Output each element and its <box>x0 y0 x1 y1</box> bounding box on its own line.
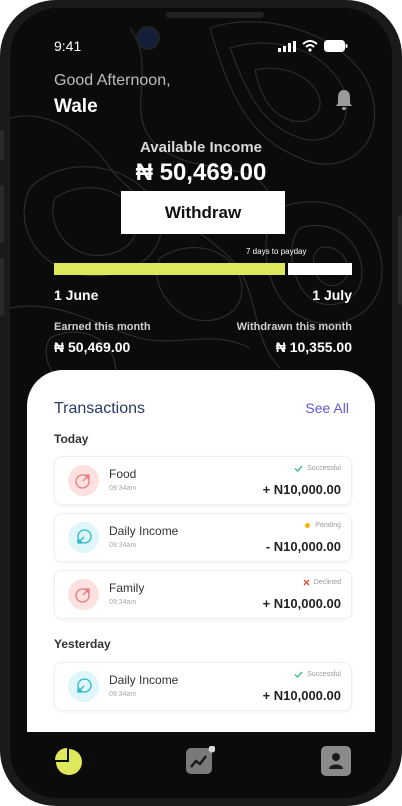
transactions-panel: Transactions See All Today Food 09:34am … <box>27 370 375 732</box>
transaction-card[interactable]: Food 09:34am Successful + N10,000.00 <box>54 456 352 505</box>
transaction-time: 09:34am <box>109 542 137 549</box>
transaction-card[interactable]: Daily Income 09:34am Successful + N10,00… <box>54 662 352 711</box>
status-time: 9:41 <box>54 38 82 54</box>
earned-label: Earned this month <box>54 321 151 333</box>
status-icons <box>278 40 348 52</box>
phone-frame: 9:41 Good Afternoon, Wale Available Inco… <box>0 0 402 806</box>
period-end-date: 1 July <box>312 287 352 303</box>
earned-value: ₦ 50,469.00 <box>54 339 131 355</box>
outgoing-arrow-icon <box>68 579 99 610</box>
transaction-card[interactable]: Daily Income 09:34am Pending - N10,000.0… <box>54 513 352 562</box>
outgoing-arrow-icon <box>68 465 99 496</box>
payday-progress-bar <box>54 260 352 278</box>
progress-fill <box>54 263 287 275</box>
user-name: Wale <box>54 96 98 117</box>
status-text: Successful <box>307 671 341 678</box>
transaction-amount: + N10,000.00 <box>262 482 341 497</box>
transaction-status: Successful <box>294 671 341 678</box>
transaction-time: 09:34am <box>109 599 137 606</box>
transaction-title: Daily Income <box>109 673 179 687</box>
transaction-amount: - N10,000.00 <box>265 539 341 554</box>
transaction-status: Successful <box>294 465 341 472</box>
transaction-amount: + N10,000.00 <box>262 596 341 611</box>
bottom-tab-bar <box>10 732 392 798</box>
greeting-text: Good Afternoon, <box>54 72 171 89</box>
progress-marker <box>285 260 289 278</box>
screen: 9:41 Good Afternoon, Wale Available Inco… <box>10 8 392 798</box>
group-label-today: Today <box>54 432 89 446</box>
status-bar: 9:41 <box>54 38 348 58</box>
transaction-title: Food <box>109 467 137 481</box>
transaction-time: 09:34am <box>109 691 137 698</box>
status-text: Pending <box>315 522 341 529</box>
side-button-power <box>398 215 402 305</box>
withdraw-button[interactable]: Withdraw <box>121 191 285 234</box>
battery-icon <box>324 40 348 52</box>
home-pie-icon[interactable] <box>54 746 84 776</box>
withdrawn-value: ₦ 10,355.00 <box>275 339 352 355</box>
transaction-title: Family <box>109 581 145 595</box>
withdrawn-label: Withdrawn this month <box>236 321 352 333</box>
close-x-icon <box>303 579 310 586</box>
status-text: Declined <box>313 579 341 586</box>
available-income-label: Available Income <box>140 139 262 156</box>
transaction-title: Daily Income <box>109 524 179 538</box>
transactions-title: Transactions <box>54 400 145 417</box>
side-button-volume-up <box>0 185 4 243</box>
days-to-payday: 7 days to payday <box>246 247 307 256</box>
profile-icon[interactable] <box>321 746 351 776</box>
pending-dot-icon <box>305 523 311 528</box>
transaction-status: Pending <box>304 522 341 529</box>
wifi-icon <box>302 40 318 52</box>
period-start-date: 1 June <box>54 287 99 303</box>
group-label-yesterday: Yesterday <box>54 637 111 651</box>
checkmark-icon <box>294 671 303 678</box>
incoming-arrow-icon <box>68 522 99 553</box>
transaction-amount: + N10,000.00 <box>262 688 341 703</box>
transaction-time: 09:34am <box>109 485 137 492</box>
signal-icon <box>278 40 296 52</box>
see-all-link[interactable]: See All <box>305 400 349 416</box>
side-button-mute <box>0 130 4 160</box>
stats-chart-icon[interactable] <box>185 746 215 776</box>
side-button-volume-down <box>0 258 4 316</box>
available-income-amount: ₦ 50,469.00 <box>135 159 267 186</box>
incoming-arrow-icon <box>68 671 99 702</box>
notification-bell-icon[interactable] <box>332 88 356 112</box>
checkmark-icon <box>294 465 303 472</box>
transaction-card[interactable]: Family 09:34am Declined + N10,000.00 <box>54 570 352 619</box>
transaction-status: Declined <box>303 579 341 586</box>
speaker-grille <box>166 12 264 18</box>
status-text: Successful <box>307 465 341 472</box>
